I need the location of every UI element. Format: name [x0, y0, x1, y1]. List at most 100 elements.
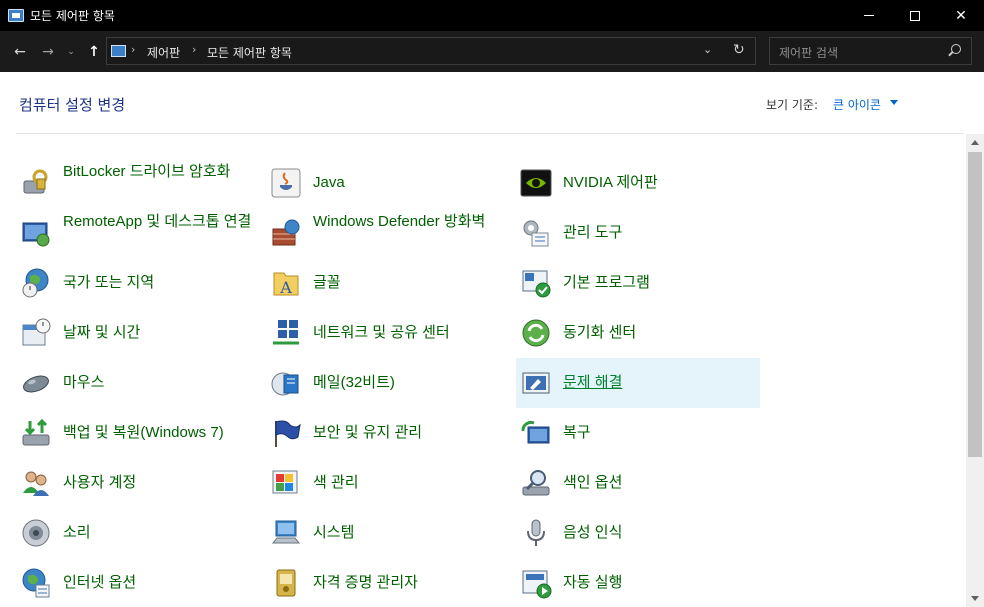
item-bitlocker[interactable]: BitLocker 드라이브 암호화: [16, 158, 260, 208]
item-label: 기본 프로그램: [563, 274, 650, 291]
item-label: 자격 증명 관리자: [313, 574, 418, 591]
item-label: 마우스: [63, 374, 105, 391]
item-label: NVIDIA 제어판: [563, 174, 658, 191]
forward-button[interactable]: →: [38, 42, 58, 62]
scrollbar-thumb[interactable]: [968, 152, 982, 457]
item-label: 메일(32비트): [313, 374, 395, 391]
recovery-icon: [521, 420, 550, 444]
scroll-down-icon[interactable]: [971, 596, 979, 601]
sound-icon: [22, 519, 50, 547]
breadcrumb-control-panel[interactable]: 제어판: [147, 44, 180, 61]
breadcrumb-separator-icon: ›: [131, 43, 136, 56]
bitlocker-icon: [23, 169, 48, 194]
system-icon: [271, 520, 301, 544]
address-bar[interactable]: › 제어판 › 모든 제어판 항목 ⌄ ↻: [106, 37, 756, 65]
autoplay-icon: [522, 570, 552, 599]
item-color-management[interactable]: 색 관리: [266, 458, 510, 508]
nvidia-icon: [520, 169, 552, 197]
item-label: 시스템: [313, 524, 355, 541]
item-label: 보안 및 유지 관리: [313, 424, 423, 441]
item-user-accounts[interactable]: 사용자 계정: [16, 458, 260, 508]
item-java[interactable]: Java: [266, 158, 510, 208]
item-security-maintenance[interactable]: 보안 및 유지 관리: [266, 408, 510, 458]
refresh-icon[interactable]: ↻: [733, 42, 745, 58]
item-label: 복구: [563, 424, 591, 441]
item-label: Java: [313, 174, 345, 191]
arrow-up-icon: ↑: [88, 44, 100, 60]
caret-down-icon[interactable]: [890, 100, 898, 105]
item-sync-center[interactable]: 동기화 센터: [516, 308, 760, 358]
internet-options-icon: [22, 568, 50, 598]
mail-icon: [271, 372, 299, 396]
item-internet-options[interactable]: 인터넷 옵션: [16, 558, 260, 607]
fonts-icon: A: [273, 272, 299, 297]
control-panel-icon: [111, 45, 126, 57]
item-indexing-options[interactable]: 색인 옵션: [516, 458, 760, 508]
view-by-dropdown[interactable]: 큰 아이콘: [833, 96, 881, 113]
breadcrumb-all-items[interactable]: 모든 제어판 항목: [207, 44, 292, 61]
item-label: 색 관리: [313, 474, 359, 491]
minimize-icon: [864, 15, 874, 16]
item-firewall[interactable]: Windows Defender 방화벽: [266, 208, 510, 258]
troubleshoot-icon: [522, 372, 550, 394]
network-icon: [273, 320, 299, 345]
scroll-up-icon[interactable]: [971, 140, 979, 145]
item-mouse[interactable]: 마우스: [16, 358, 260, 408]
item-system[interactable]: 시스템: [266, 508, 510, 558]
item-label: 색인 옵션: [563, 474, 623, 491]
minimize-button[interactable]: [846, 0, 892, 31]
item-label: BitLocker 드라이브 암호화: [63, 163, 231, 180]
backup-icon: [22, 418, 50, 446]
item-backup-restore[interactable]: 백업 및 복원(Windows 7): [16, 408, 260, 458]
item-nvidia[interactable]: NVIDIA 제어판: [516, 158, 760, 208]
back-button[interactable]: ←: [10, 42, 30, 62]
sync-icon: [522, 319, 550, 347]
breadcrumb-separator-icon: ›: [192, 43, 197, 56]
item-remoteapp[interactable]: RemoteApp 및 데스크톱 연결: [16, 208, 260, 258]
item-label: 자동 실행: [563, 574, 623, 591]
up-button[interactable]: ↑: [84, 42, 104, 62]
content-header: 컴퓨터 설정 변경 보기 기준: 큰 아이콘: [0, 72, 984, 134]
arrow-right-icon: →: [42, 44, 54, 60]
item-label: 관리 도구: [563, 224, 623, 241]
maximize-button[interactable]: [892, 0, 938, 31]
security-flag-icon: [275, 420, 301, 447]
vertical-scrollbar[interactable]: [966, 134, 984, 607]
item-label: RemoteApp 및 데스크톱 연결: [63, 213, 252, 230]
item-speech-recognition[interactable]: 음성 인식: [516, 508, 760, 558]
item-network[interactable]: 네트워크 및 공유 센터: [266, 308, 510, 358]
item-sound[interactable]: 소리: [16, 508, 260, 558]
recent-locations-button[interactable]: ⌄: [64, 42, 78, 62]
item-label: 음성 인식: [563, 524, 623, 541]
item-credential-manager[interactable]: 자격 증명 관리자: [266, 558, 510, 607]
item-fonts[interactable]: A 글꼴: [266, 258, 510, 308]
window-title: 모든 제어판 항목: [30, 9, 115, 23]
page-title: 컴퓨터 설정 변경: [19, 96, 126, 114]
navigation-bar: ← → ⌄ ↑ › 제어판 › 모든 제어판 항목 ⌄ ↻ 제어판 검색: [0, 31, 984, 72]
item-troubleshooting[interactable]: 문제 해결: [516, 358, 760, 408]
credential-icon: [276, 569, 296, 597]
close-icon: ✕: [955, 7, 967, 24]
default-programs-icon: [522, 270, 551, 298]
search-box[interactable]: 제어판 검색: [769, 37, 972, 65]
item-recovery[interactable]: 복구: [516, 408, 760, 458]
indexing-icon: [522, 470, 550, 496]
chevron-down-icon: ⌄: [67, 47, 75, 57]
remoteapp-icon: [22, 222, 50, 247]
item-label: 동기화 센터: [563, 324, 637, 341]
search-icon[interactable]: [951, 44, 961, 54]
maximize-icon: [910, 10, 920, 21]
item-admin-tools[interactable]: 관리 도구: [516, 208, 760, 258]
item-default-programs[interactable]: 기본 프로그램: [516, 258, 760, 308]
item-region[interactable]: 국가 또는 지역: [16, 258, 260, 308]
item-date-time[interactable]: 날짜 및 시간: [16, 308, 260, 358]
item-label: 날짜 및 시간: [63, 324, 141, 341]
control-panel-icon: [8, 9, 24, 22]
firewall-icon: [272, 219, 300, 246]
svg-text:A: A: [279, 278, 292, 297]
item-autoplay[interactable]: 자동 실행: [516, 558, 760, 607]
item-label: 인터넷 옵션: [63, 574, 137, 591]
close-button[interactable]: ✕: [938, 0, 984, 31]
item-mail[interactable]: 메일(32비트): [266, 358, 510, 408]
address-dropdown-icon[interactable]: ⌄: [703, 43, 712, 56]
